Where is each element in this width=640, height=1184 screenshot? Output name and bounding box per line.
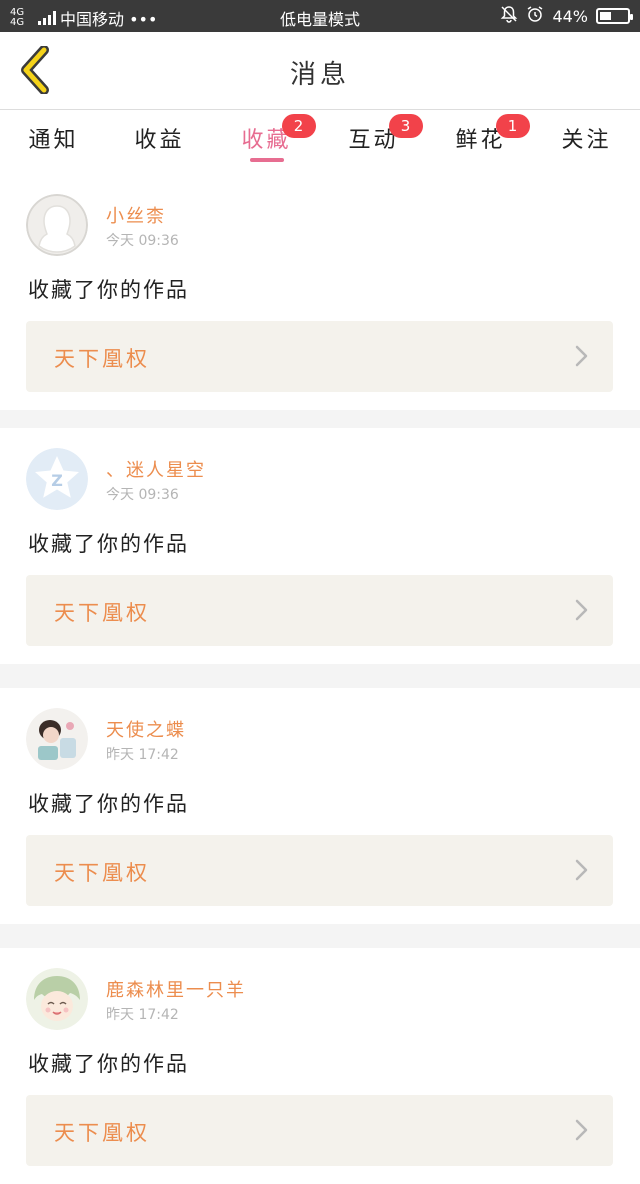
timestamp: 今天 09:36 — [106, 233, 179, 249]
message-card: 天使之蝶 昨天 17:42 收藏了你的作品 天下凰权 — [0, 688, 640, 924]
timestamp: 今天 09:36 — [106, 487, 179, 503]
username[interactable]: 鹿森林里一只羊 — [106, 976, 246, 1002]
active-tab-indicator — [249, 158, 284, 162]
work-title: 天下凰权 — [54, 601, 150, 625]
tab-notifications[interactable]: 通知 — [0, 110, 107, 174]
action-text: 收藏了你的作品 — [28, 278, 189, 302]
message-tabs: 通知 收益 收藏 2 互动 3 鲜花 1 关注 — [0, 110, 640, 174]
tab-following[interactable]: 关注 — [533, 110, 640, 174]
username[interactable]: 、迷人星空 — [106, 456, 206, 482]
unread-badge: 3 — [388, 114, 423, 138]
username[interactable]: 小丝柰 — [106, 202, 166, 228]
battery-percent: 44% — [552, 6, 588, 26]
alarm-icon — [526, 5, 544, 27]
chevron-right-icon — [575, 859, 589, 885]
mute-bell-icon — [500, 5, 518, 27]
work-title: 天下凰权 — [54, 347, 150, 371]
message-card: 鹿森林里一只羊 昨天 17:42 收藏了你的作品 天下凰权 — [0, 948, 640, 1184]
chevron-right-icon — [575, 345, 589, 371]
message-card: 小丝柰 今天 09:36 收藏了你的作品 天下凰权 — [0, 174, 640, 410]
action-text: 收藏了你的作品 — [28, 1052, 189, 1076]
status-bar: 4G 4G 中国移动 ••• 低电量模式 44% — [0, 0, 640, 32]
page-title: 消息 — [289, 60, 350, 90]
tab-favorites[interactable]: 收藏 2 — [213, 110, 320, 174]
tab-label: 关注 — [561, 128, 612, 153]
timestamp: 昨天 17:42 — [106, 747, 179, 763]
top-nav-bar: 消息 — [0, 32, 640, 110]
message-card: Z 、迷人星空 今天 09:36 收藏了你的作品 天下凰权 — [0, 428, 640, 664]
tab-earnings[interactable]: 收益 — [106, 110, 213, 174]
work-title: 天下凰权 — [54, 1121, 150, 1145]
username[interactable]: 天使之蝶 — [106, 716, 186, 742]
work-link[interactable]: 天下凰权 — [26, 575, 613, 646]
action-text: 收藏了你的作品 — [28, 532, 189, 556]
action-text: 收藏了你的作品 — [28, 792, 189, 816]
work-link[interactable]: 天下凰权 — [26, 835, 613, 906]
work-title: 天下凰权 — [54, 861, 150, 885]
timestamp: 昨天 17:42 — [106, 1007, 179, 1023]
battery-icon — [596, 8, 633, 24]
qq-star-avatar-icon[interactable]: Z — [26, 448, 88, 510]
tab-interactions[interactable]: 互动 3 — [320, 110, 427, 174]
unread-badge: 2 — [281, 114, 316, 138]
default-avatar-icon[interactable] — [26, 194, 88, 256]
chevron-right-icon — [575, 599, 589, 625]
work-link[interactable]: 天下凰权 — [26, 321, 613, 392]
unread-badge: 1 — [495, 114, 530, 138]
tab-label: 收益 — [134, 128, 185, 153]
photo-avatar[interactable] — [26, 708, 88, 770]
svg-text:Z: Z — [51, 471, 63, 490]
work-link[interactable]: 天下凰权 — [26, 1095, 613, 1166]
anime-avatar[interactable] — [26, 968, 88, 1030]
tab-label: 通知 — [28, 128, 79, 153]
chevron-right-icon — [575, 1119, 589, 1145]
tab-flowers[interactable]: 鲜花 1 — [427, 110, 534, 174]
